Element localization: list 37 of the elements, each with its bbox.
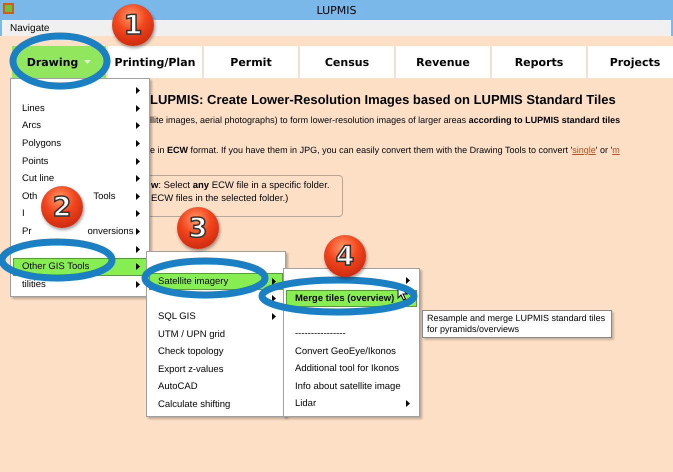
menu-item[interactable]: Points xyxy=(13,152,147,170)
menu-item[interactable]: AutoCAD xyxy=(149,378,283,396)
menu-item[interactable]: Polygons xyxy=(13,134,147,152)
menu-item[interactable]: Calculate shifting xyxy=(149,396,283,414)
number-badge: 4 xyxy=(324,235,366,277)
menu-item[interactable]: ---------------- xyxy=(286,324,417,342)
menu-bar-item[interactable]: Navigate xyxy=(10,22,50,34)
tab[interactable]: Projects xyxy=(588,46,673,78)
menu-item[interactable]: Arcs xyxy=(13,117,147,135)
description-text: ' or ' xyxy=(596,145,612,155)
menu-item[interactable]: Check topology xyxy=(149,342,283,361)
note-text: ECW files in the selected folder.) xyxy=(151,192,290,205)
link[interactable]: single xyxy=(572,145,596,155)
number-badge: 3 xyxy=(177,207,219,249)
menu-item[interactable]: Info about satellite image xyxy=(286,378,417,396)
note-text: w: Select any ECW file in a specific folder. xyxy=(151,179,330,192)
menu-item[interactable]: Cut line xyxy=(13,170,147,188)
menu-item[interactable]: SQL GIS xyxy=(149,308,283,326)
app-icon xyxy=(3,3,14,14)
window-title: LUPMIS xyxy=(316,4,356,16)
link[interactable]: m xyxy=(612,145,620,155)
tooltip: Resample and merge LUPMIS standard tiles for pyramids/overviews xyxy=(422,310,612,338)
menu-item[interactable]: Export z-values xyxy=(149,360,283,378)
menu-item[interactable]: Lines xyxy=(13,100,147,118)
description-text: e in ECW format. If you have them in JPG, you can easily convert them with the Drawing Tools to convert ' xyxy=(150,145,572,155)
menu-item[interactable]: tilities xyxy=(13,276,147,294)
tab[interactable]: Permit xyxy=(204,46,300,78)
tab[interactable]: Printing/Plan xyxy=(108,46,204,78)
menu-item[interactable]: UTM / UPN grid xyxy=(149,325,283,343)
description-text: llite images, aerial photographs) to form lower-resolution images of larger areas according to LUPMIS standard tiles xyxy=(150,115,620,125)
page-heading: LUPMIS: Create Lower-Resolution Images based on LUPMIS Standard Tiles xyxy=(150,92,617,107)
tab[interactable]: Revenue xyxy=(396,46,492,78)
tab[interactable]: Reports xyxy=(492,46,588,78)
tab[interactable]: Census xyxy=(300,46,396,78)
menu-item[interactable]: Additional tool for Ikonos xyxy=(286,360,417,378)
menu-item[interactable]: Lidar xyxy=(286,395,417,413)
menu-item[interactable]: Convert GeoEye/Ikonos xyxy=(286,342,417,360)
